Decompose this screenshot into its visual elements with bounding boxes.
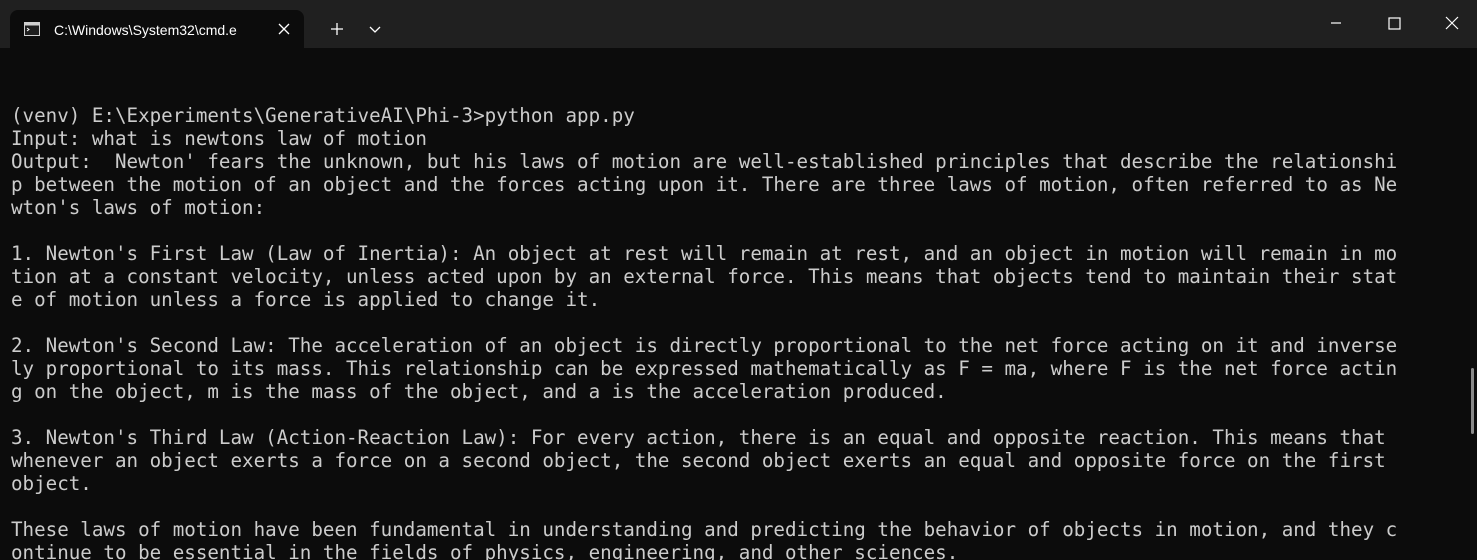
tab-cmd[interactable]: C:\Windows\System32\cmd.e [10,10,304,48]
terminal-line: Input: what is newtons law of motion [11,127,427,150]
terminal-line: e of motion unless a force is applied to… [11,288,601,311]
close-icon[interactable] [276,21,292,37]
terminal-output[interactable]: (venv) E:\Experiments\GenerativeAI\Phi-3… [11,81,1456,560]
terminal-line: (venv) E:\Experiments\GenerativeAI\Phi-3… [11,104,635,127]
tab-title: C:\Windows\System32\cmd.e [54,22,237,38]
terminal-window: C:\Windows\System32\cmd.e (venv) E:\Expe… [0,0,1477,560]
terminal-line: Output: Newton' fears the unknown, but h… [11,150,1398,173]
terminal-line: 2. Newton's Second Law: The acceleration… [11,334,1398,357]
terminal-line: object. [11,472,92,495]
terminal-line: ly proportional to its mass. This relati… [11,357,1398,380]
terminal-icon [24,22,40,36]
maximize-button[interactable] [1365,0,1423,46]
terminal-line: wton's laws of motion: [11,196,266,219]
terminal-line: p between the motion of an object and th… [11,173,1398,196]
scrollbar-thumb[interactable] [1471,368,1474,434]
terminal-line: g on the object, m is the mass of the ob… [11,380,947,403]
terminal-line: tion at a constant velocity, unless acte… [11,265,1398,288]
terminal-line: These laws of motion have been fundament… [11,518,1398,541]
terminal-line: whenever an object exerts a force on a s… [11,449,1386,472]
tab-dropdown-button[interactable] [362,14,388,44]
minimize-button[interactable] [1307,0,1365,46]
title-bar: C:\Windows\System32\cmd.e [0,0,1477,48]
terminal-line: ontinue to be essential in the fields of… [11,541,959,560]
close-window-button[interactable] [1423,0,1477,46]
terminal-line: 1. Newton's First Law (Law of Inertia): … [11,242,1398,265]
terminal-line: 3. Newton's Third Law (Action-Reaction L… [11,426,1386,449]
new-tab-button[interactable] [322,14,352,44]
